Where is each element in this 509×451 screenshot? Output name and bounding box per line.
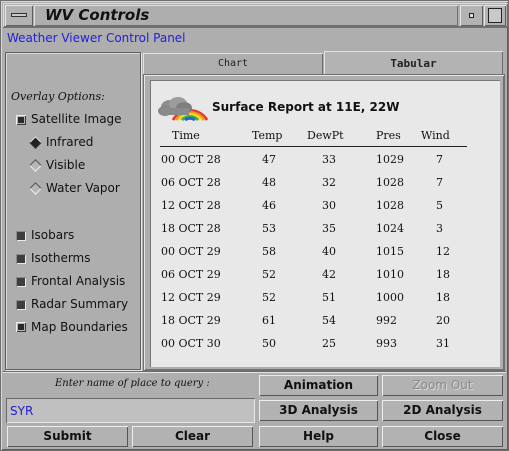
cell-time: 00 OCT 30 <box>161 337 221 350</box>
radar-summary-checkbox[interactable] <box>16 300 26 310</box>
visible-label: Visible <box>46 158 86 172</box>
minimize-button[interactable] <box>460 5 483 26</box>
query-label: Enter name of place to query : <box>55 378 210 389</box>
cell-pres: 993 <box>376 337 397 350</box>
radar-summary-label: Radar Summary <box>31 297 129 311</box>
2d-analysis-button[interactable]: 2D Analysis <box>382 400 503 421</box>
title-bar: WV Controls <box>3 3 508 28</box>
cell-pres: 1015 <box>376 245 404 258</box>
cell-wind: 5 <box>436 199 443 212</box>
help-button[interactable]: Help <box>259 426 378 447</box>
window-title: WV Controls <box>45 6 150 24</box>
cell-temp: 47 <box>262 153 276 166</box>
column-header-temp: Temp <box>252 129 283 142</box>
close-button[interactable]: Close <box>382 426 503 447</box>
satellite-image-checkbox[interactable] <box>16 115 26 125</box>
window-menu-icon <box>11 13 27 17</box>
tab-chart[interactable]: Chart <box>143 53 323 74</box>
cell-pres: 1029 <box>376 153 404 166</box>
cell-dewpt: 42 <box>322 268 336 281</box>
frontal-analysis-checkbox[interactable] <box>16 277 26 287</box>
window-menu-button[interactable] <box>5 5 33 26</box>
animation-button[interactable]: Animation <box>259 375 378 396</box>
weather-logo-icon <box>158 97 209 122</box>
column-header-wind: Wind <box>421 129 450 142</box>
cell-pres: 1028 <box>376 176 404 189</box>
satellite-image-label: Satellite Image <box>31 112 122 126</box>
cell-temp: 52 <box>262 291 276 304</box>
water-vapor-label: Water Vapor <box>46 181 120 195</box>
isobars-label: Isobars <box>31 228 75 242</box>
cell-temp: 61 <box>262 314 276 327</box>
cell-wind: 18 <box>436 291 450 304</box>
cell-temp: 53 <box>262 222 276 235</box>
bottom-separator <box>3 371 506 373</box>
cell-pres: 992 <box>376 314 397 327</box>
isotherms-label: Isotherms <box>31 251 91 265</box>
cell-wind: 31 <box>436 337 450 350</box>
clear-button[interactable]: Clear <box>132 426 253 447</box>
cell-wind: 20 <box>436 314 450 327</box>
cell-wind: 12 <box>436 245 450 258</box>
title-drag-area[interactable]: WV Controls <box>34 5 458 26</box>
cell-temp: 46 <box>262 199 276 212</box>
place-query-input[interactable] <box>6 398 255 423</box>
cell-wind: 7 <box>436 153 443 166</box>
panel-label: Weather Viewer Control Panel <box>7 31 186 45</box>
cell-time: 12 OCT 29 <box>161 291 221 304</box>
cell-time: 18 OCT 28 <box>161 222 221 235</box>
cell-time: 06 OCT 28 <box>161 176 221 189</box>
column-header-dewpt: DewPt <box>307 129 344 142</box>
column-header-pres: Pres <box>376 129 401 142</box>
infrared-label: Infrared <box>46 135 94 149</box>
cell-time: 12 OCT 28 <box>161 199 221 212</box>
isobars-checkbox[interactable] <box>16 231 26 241</box>
cell-dewpt: 25 <box>322 337 336 350</box>
cell-time: 06 OCT 29 <box>161 268 221 281</box>
cell-temp: 50 <box>262 337 276 350</box>
cell-temp: 52 <box>262 268 276 281</box>
cell-time: 18 OCT 29 <box>161 314 221 327</box>
cell-pres: 1024 <box>376 222 404 235</box>
overlay-options-title: Overlay Options: <box>11 90 105 103</box>
cell-wind: 3 <box>436 222 443 235</box>
cell-time: 00 OCT 28 <box>161 153 221 166</box>
cell-pres: 1010 <box>376 268 404 281</box>
map-boundaries-checkbox[interactable] <box>16 322 26 332</box>
header-divider <box>160 146 467 147</box>
isotherms-checkbox[interactable] <box>16 254 26 264</box>
minimize-icon <box>469 13 474 18</box>
cell-dewpt: 35 <box>322 222 336 235</box>
frontal-analysis-label: Frontal Analysis <box>31 274 126 288</box>
cell-dewpt: 54 <box>322 314 336 327</box>
cell-dewpt: 40 <box>322 245 336 258</box>
cell-dewpt: 32 <box>322 176 336 189</box>
report-title: Surface Report at 11E, 22W <box>212 100 400 114</box>
map-boundaries-label: Map Boundaries <box>31 320 128 334</box>
cell-pres: 1000 <box>376 291 404 304</box>
cell-dewpt: 33 <box>322 153 336 166</box>
cell-wind: 7 <box>436 176 443 189</box>
cell-pres: 1028 <box>376 199 404 212</box>
tab-tabular[interactable]: Tabular <box>324 51 503 74</box>
3d-analysis-button[interactable]: 3D Analysis <box>259 400 378 421</box>
cell-time: 00 OCT 29 <box>161 245 221 258</box>
cell-dewpt: 30 <box>322 199 336 212</box>
submit-button[interactable]: Submit <box>7 426 128 447</box>
cell-dewpt: 51 <box>322 291 336 304</box>
cell-temp: 48 <box>262 176 276 189</box>
zoom-out-button[interactable]: Zoom Out <box>382 375 503 396</box>
cell-wind: 18 <box>436 268 450 281</box>
maximize-button[interactable] <box>484 5 506 26</box>
maximize-icon <box>488 8 502 23</box>
column-header-time: Time <box>172 129 200 142</box>
cell-temp: 58 <box>262 245 276 258</box>
